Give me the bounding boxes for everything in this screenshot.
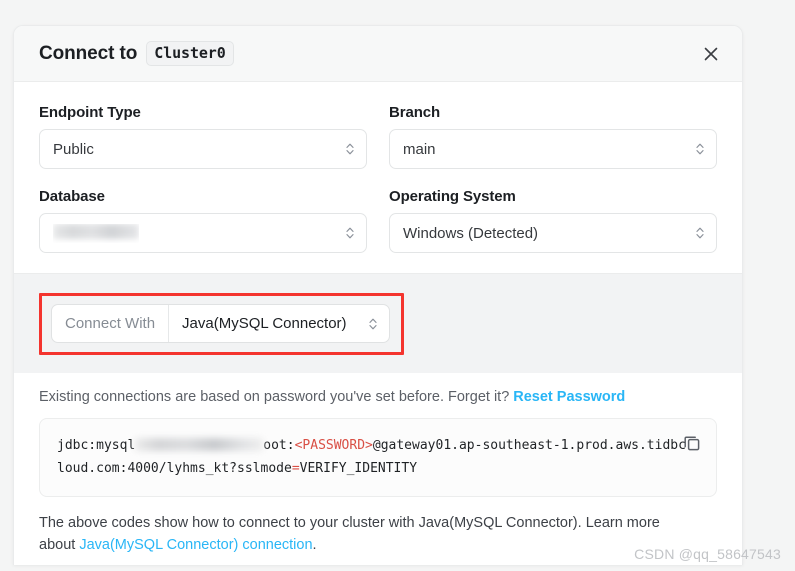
field-label-operating-system: Operating System	[389, 188, 516, 205]
code-user: oot:	[263, 438, 295, 453]
code-password-token: <PASSWORD>	[294, 438, 373, 453]
redacted-value	[53, 223, 139, 239]
field-database: Database	[39, 188, 367, 253]
footer-description: The above codes show how to connect to y…	[39, 512, 689, 556]
connector-doc-link[interactable]: Java(MySQL Connector) connection	[79, 537, 312, 553]
chevron-updown-icon	[695, 141, 705, 157]
code-host: @gateway01.ap-southeast-1.prod.aws.tidbc	[372, 438, 686, 453]
database-select[interactable]	[39, 213, 367, 253]
connect-dialog: Connect to Cluster0 Endpoint Type Public	[13, 25, 743, 565]
connection-details: Existing connections are based on passwo…	[14, 373, 742, 556]
code-path: loud.com:4000/lyhms_kt?sslmode	[57, 461, 292, 476]
cluster-name-badge: Cluster0	[146, 41, 234, 66]
code-prefix: jdbc:mysql	[57, 438, 136, 453]
copy-icon[interactable]	[683, 434, 701, 452]
branch-select[interactable]: main	[389, 129, 717, 169]
field-label-endpoint-type: Endpoint Type	[39, 104, 141, 121]
database-value	[53, 223, 139, 243]
redacted-host	[135, 438, 264, 451]
field-label-branch: Branch	[389, 104, 441, 121]
dialog-title-text: Connect to	[39, 43, 138, 64]
connection-string-block: jdbc:mysql oot:<PASSWORD>@gateway01.ap-so…	[39, 418, 717, 497]
chevron-updown-icon	[345, 141, 355, 157]
field-operating-system: Operating System Windows (Detected)	[389, 188, 717, 253]
endpoint-type-select[interactable]: Public	[39, 129, 367, 169]
footer-text-after: .	[312, 537, 317, 553]
chevron-updown-icon	[345, 225, 355, 241]
password-note-text: Existing connections are based on passwo…	[39, 389, 510, 405]
close-icon[interactable]	[698, 41, 724, 67]
code-line-2: loud.com:4000/lyhms_kt?sslmode=VERIFY_ID…	[57, 457, 670, 480]
connection-form: Endpoint Type Public Branch main Databas…	[14, 82, 742, 273]
connect-with-section: Connect With Java(MySQL Connector)	[14, 274, 742, 373]
connect-with-group: Connect With Java(MySQL Connector)	[51, 304, 391, 343]
chevron-updown-icon	[695, 225, 705, 241]
operating-system-value: Windows (Detected)	[403, 224, 539, 242]
connect-with-select[interactable]: Java(MySQL Connector)	[169, 305, 389, 342]
field-label-database: Database	[39, 188, 105, 205]
highlight-annotation: Connect With Java(MySQL Connector)	[39, 293, 405, 355]
code-sslmode: VERIFY_IDENTITY	[299, 461, 418, 476]
endpoint-type-value: Public	[53, 140, 94, 158]
page-title: Connect to Cluster0	[39, 41, 234, 66]
field-endpoint-type: Endpoint Type Public	[39, 104, 367, 169]
branch-value: main	[403, 140, 436, 158]
form-row-1: Endpoint Type Public Branch main	[39, 104, 717, 169]
connect-with-label: Connect With	[52, 305, 170, 342]
operating-system-select[interactable]: Windows (Detected)	[389, 213, 717, 253]
code-line-1: jdbc:mysql oot:<PASSWORD>@gateway01.ap-so…	[57, 434, 686, 457]
code-equals: =	[291, 461, 300, 476]
chevron-updown-icon	[368, 316, 378, 332]
connect-with-value: Java(MySQL Connector)	[182, 315, 347, 332]
password-note: Existing connections are based on passwo…	[39, 373, 717, 405]
watermark: CSDN @qq_58647543	[634, 546, 781, 562]
field-branch: Branch main	[389, 104, 717, 169]
reset-password-link[interactable]: Reset Password	[513, 389, 625, 405]
form-row-2: Database Operating System Windows (Detec…	[39, 188, 717, 253]
dialog-header: Connect to Cluster0	[14, 26, 742, 82]
